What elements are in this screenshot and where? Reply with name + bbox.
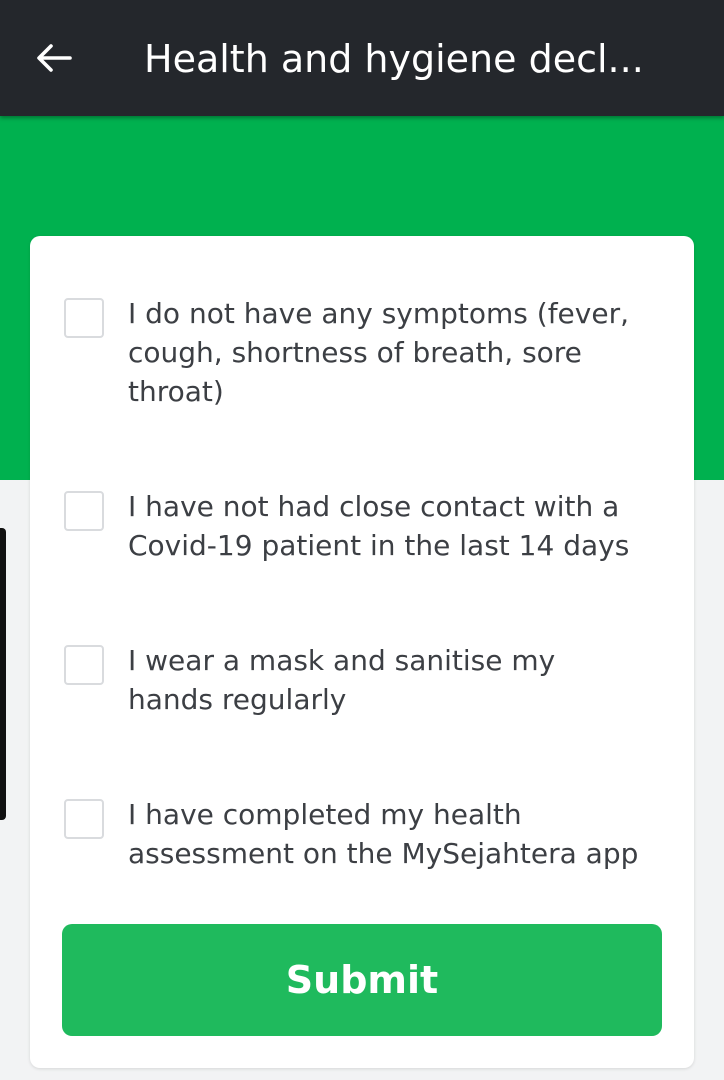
declaration-label: I have completed my health assessment on…	[128, 798, 639, 870]
submit-button[interactable]: Submit	[62, 924, 662, 1036]
declaration-label: I do not have any symptoms (fever, cough…	[128, 297, 629, 408]
declaration-item-no-symptoms[interactable]: I do not have any symptoms (fever, cough…	[64, 294, 664, 411]
declaration-item-health-assessment[interactable]: I have completed my health assessment on…	[64, 795, 664, 873]
app-bar: Health and hygiene decl...	[0, 0, 724, 116]
checkbox-health-assessment[interactable]	[64, 799, 104, 839]
declaration-label: I wear a mask and sanitise my hands regu…	[128, 644, 556, 716]
checkbox-no-symptoms[interactable]	[64, 298, 104, 338]
declaration-card: I do not have any symptoms (fever, cough…	[30, 236, 694, 1068]
arrow-left-icon	[37, 44, 72, 72]
declaration-label: I have not had close contact with a Covi…	[128, 490, 630, 562]
declaration-item-mask-sanitise[interactable]: I wear a mask and sanitise my hands regu…	[64, 641, 664, 719]
checkbox-no-contact[interactable]	[64, 491, 104, 531]
back-button[interactable]	[22, 26, 86, 90]
page-title: Health and hygiene decl...	[144, 37, 644, 81]
declaration-item-no-contact[interactable]: I have not had close contact with a Covi…	[64, 487, 664, 565]
screen-edge	[0, 528, 6, 820]
checkbox-mask-sanitise[interactable]	[64, 645, 104, 685]
